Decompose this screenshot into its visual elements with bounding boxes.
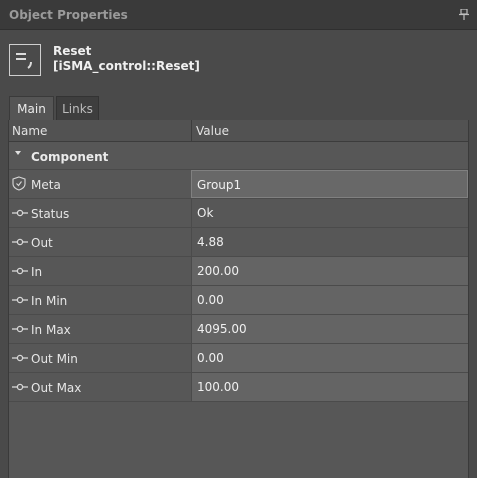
property-value: Group1 bbox=[197, 178, 242, 192]
property-row-out-max[interactable]: Out Max 100.00 bbox=[9, 373, 468, 402]
group-label: Component bbox=[31, 150, 109, 164]
property-value-field[interactable]: 4095.00 bbox=[191, 315, 468, 343]
property-label: Status bbox=[31, 207, 70, 221]
property-label: In bbox=[31, 265, 43, 279]
group-row-component[interactable]: Component bbox=[9, 142, 468, 170]
property-value: 4.88 bbox=[197, 235, 224, 249]
property-label: In Min bbox=[31, 294, 68, 308]
property-value-cell: 4.88 bbox=[191, 228, 468, 256]
property-row-status[interactable]: Status Ok bbox=[9, 199, 468, 228]
grid-header: Name Value bbox=[9, 120, 468, 142]
property-value-field[interactable]: 0.00 bbox=[191, 286, 468, 314]
chevron-down-icon[interactable] bbox=[15, 151, 21, 155]
object-type: [iSMA_control::Reset] bbox=[53, 59, 200, 73]
property-label: Out Min bbox=[31, 352, 78, 366]
property-value: 0.00 bbox=[197, 293, 224, 307]
property-value: Ok bbox=[197, 206, 214, 220]
property-value-field[interactable]: 0.00 bbox=[191, 344, 468, 372]
slot-link-icon bbox=[12, 383, 28, 391]
property-value: 4095.00 bbox=[197, 322, 247, 336]
property-row-out[interactable]: Out 4.88 bbox=[9, 228, 468, 257]
property-grid: Name Value Component Meta Group1 Status … bbox=[8, 120, 469, 478]
column-header-value[interactable]: Value bbox=[196, 124, 229, 138]
object-name: Reset bbox=[53, 44, 92, 58]
property-label: Meta bbox=[31, 178, 61, 192]
column-divider[interactable] bbox=[191, 120, 192, 142]
slot-link-icon bbox=[12, 325, 28, 333]
shield-icon bbox=[12, 176, 26, 191]
component-icon bbox=[9, 44, 41, 76]
slot-link-icon bbox=[12, 209, 28, 217]
property-row-out-min[interactable]: Out Min 0.00 bbox=[9, 344, 468, 373]
property-value: 200.00 bbox=[197, 264, 239, 278]
tab-main[interactable]: Main bbox=[9, 96, 54, 120]
property-value-field[interactable]: 100.00 bbox=[191, 373, 468, 401]
property-row-meta[interactable]: Meta Group1 bbox=[9, 170, 468, 199]
property-value-cell: Ok bbox=[191, 199, 468, 227]
property-label: In Max bbox=[31, 323, 71, 337]
panel-header: Object Properties bbox=[0, 0, 477, 30]
slot-link-icon bbox=[12, 296, 28, 304]
property-value-field[interactable]: Group1 bbox=[191, 170, 468, 198]
slot-link-icon bbox=[12, 238, 28, 246]
slot-link-icon bbox=[12, 354, 28, 362]
property-value: 0.00 bbox=[197, 351, 224, 365]
tab-links[interactable]: Links bbox=[56, 96, 99, 120]
property-label: Out Max bbox=[31, 381, 82, 395]
property-row-in-max[interactable]: In Max 4095.00 bbox=[9, 315, 468, 344]
slot-link-icon bbox=[12, 267, 28, 275]
column-header-name[interactable]: Name bbox=[12, 124, 47, 138]
pin-icon[interactable] bbox=[459, 9, 469, 20]
panel-title: Object Properties bbox=[9, 8, 128, 22]
property-value: 100.00 bbox=[197, 380, 239, 394]
property-row-in-min[interactable]: In Min 0.00 bbox=[9, 286, 468, 315]
property-row-in[interactable]: In 200.00 bbox=[9, 257, 468, 286]
property-label: Out bbox=[31, 236, 53, 250]
property-value-field[interactable]: 200.00 bbox=[191, 257, 468, 285]
